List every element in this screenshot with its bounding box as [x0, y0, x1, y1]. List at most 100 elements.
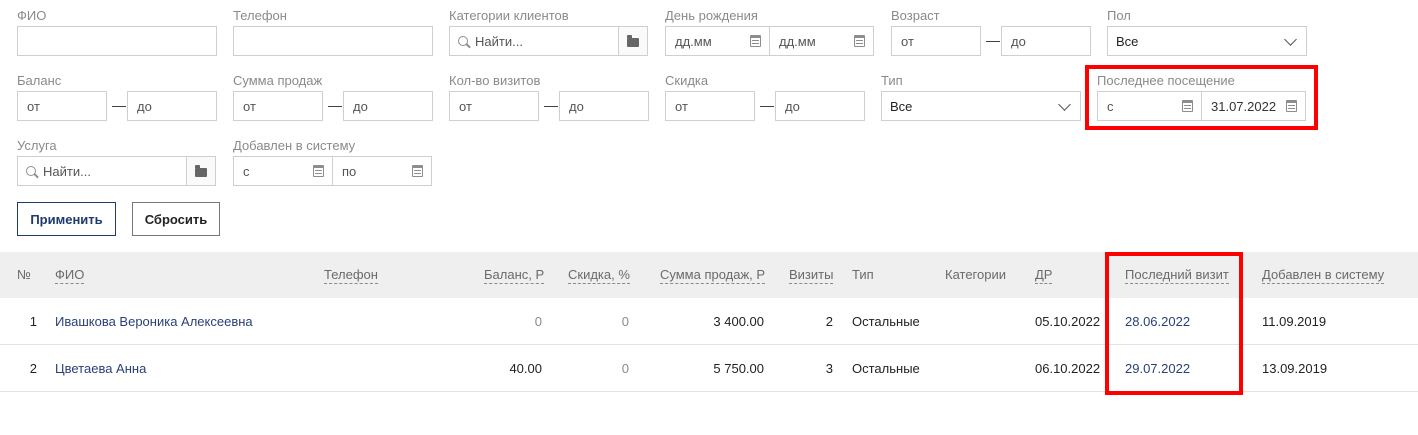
highlight-box-last-visit-filter — [1085, 65, 1318, 130]
added-to-placeholder: по — [342, 163, 357, 179]
sales-sum-from-input[interactable]: от — [233, 91, 323, 121]
sales-sum-to-input[interactable]: до — [343, 91, 433, 121]
age-to-input[interactable]: до — [1001, 26, 1091, 56]
cell-num: 1 — [29, 314, 37, 329]
discount-to-placeholder: до — [785, 98, 800, 114]
th-sales[interactable]: Сумма продаж, Р — [660, 267, 766, 284]
birthday-from-input[interactable]: дд.мм — [665, 26, 770, 56]
cell-added: 13.09.2019 — [1262, 361, 1328, 376]
range-dash: — — [544, 97, 558, 113]
balance-to-input[interactable]: до — [127, 91, 217, 121]
discount-label: Скидка — [665, 73, 709, 88]
fio-label: ФИО — [17, 8, 47, 23]
visits-count-to-input[interactable]: до — [559, 91, 649, 121]
sales-sum-from-placeholder: от — [243, 98, 256, 114]
gender-selected-value: Все — [1116, 33, 1139, 49]
apply-button[interactable]: Применить — [17, 202, 116, 236]
range-dash: — — [986, 32, 1000, 48]
cell-fio-link[interactable]: Ивашкова Вероника Алексеевна — [55, 314, 253, 329]
th-num: № — [17, 267, 31, 282]
th-birthday[interactable]: ДР — [1035, 267, 1053, 284]
phone-input[interactable] — [233, 26, 433, 56]
th-phone[interactable]: Телефон — [324, 267, 378, 284]
search-icon — [26, 166, 36, 176]
visits-count-from-placeholder: от — [459, 98, 472, 114]
visits-count-label: Кол-во визитов — [449, 73, 541, 88]
cell-num: 2 — [29, 361, 37, 376]
balance-from-placeholder: от — [27, 98, 40, 114]
cell-fio-link[interactable]: Цветаева Анна — [55, 361, 146, 376]
service-search-input[interactable]: Найти... — [17, 156, 187, 186]
th-added[interactable]: Добавлен в систему — [1262, 267, 1385, 284]
added-from-placeholder: с — [243, 163, 250, 179]
search-icon — [458, 36, 468, 46]
cell-birthday: 06.10.2022 — [1035, 361, 1101, 376]
th-balance[interactable]: Баланс, Р — [484, 267, 545, 284]
balance-to-placeholder: до — [137, 98, 152, 114]
cell-type: Остальные — [852, 361, 920, 376]
client-categories-folder-button[interactable] — [618, 26, 648, 56]
folder-icon — [627, 34, 639, 47]
gender-select[interactable]: Все — [1107, 26, 1307, 56]
balance-label: Баланс — [17, 73, 62, 88]
cell-visits: 3 — [825, 361, 833, 376]
th-discount[interactable]: Скидка, % — [568, 267, 630, 284]
cell-discount: 0 — [621, 314, 629, 329]
phone-label: Телефон — [233, 8, 287, 23]
birthday-from-placeholder: дд.мм — [675, 33, 712, 49]
calendar-icon[interactable] — [313, 165, 324, 177]
age-from-placeholder: от — [901, 33, 914, 49]
discount-from-placeholder: от — [675, 98, 688, 114]
gender-label: Пол — [1107, 8, 1131, 23]
visits-count-from-input[interactable]: от — [449, 91, 539, 121]
type-selected-value: Все — [890, 98, 913, 114]
calendar-icon[interactable] — [412, 165, 423, 177]
client-categories-search-input[interactable]: Найти... — [449, 26, 619, 56]
added-to-input[interactable]: по — [332, 156, 432, 186]
type-select[interactable]: Все — [881, 91, 1081, 121]
client-categories-label: Категории клиентов — [449, 8, 569, 23]
folder-icon — [195, 164, 207, 177]
birthday-to-placeholder: дд.мм — [779, 33, 816, 49]
service-placeholder: Найти... — [43, 163, 91, 179]
cell-discount: 0 — [621, 361, 629, 376]
th-visits[interactable]: Визиты — [789, 267, 834, 284]
th-fio[interactable]: ФИО — [55, 267, 85, 284]
range-dash: — — [760, 97, 774, 113]
cell-type: Остальные — [852, 314, 920, 329]
service-label: Услуга — [17, 138, 57, 153]
reset-button[interactable]: Сбросить — [132, 202, 220, 236]
fio-input[interactable] — [17, 26, 217, 56]
birthday-to-input[interactable]: дд.мм — [769, 26, 874, 56]
highlight-box-last-visit-column — [1105, 252, 1243, 395]
added-label: Добавлен в систему — [233, 138, 356, 153]
th-type: Тип — [852, 267, 874, 282]
type-label: Тип — [881, 73, 903, 88]
sales-sum-to-placeholder: до — [353, 98, 368, 114]
discount-from-input[interactable]: от — [665, 91, 755, 121]
calendar-icon[interactable] — [854, 35, 865, 47]
client-categories-placeholder: Найти... — [475, 33, 523, 49]
cell-added: 11.09.2019 — [1262, 314, 1327, 329]
age-from-input[interactable]: от — [891, 26, 981, 56]
cell-balance: 0 — [534, 314, 542, 329]
age-label: Возраст — [891, 8, 940, 23]
cell-sales: 5 750.00 — [713, 361, 764, 376]
discount-to-input[interactable]: до — [775, 91, 865, 121]
sales-sum-label: Сумма продаж — [233, 73, 323, 88]
calendar-icon[interactable] — [750, 35, 761, 47]
birthday-label: День рождения — [665, 8, 758, 23]
service-folder-button[interactable] — [186, 156, 216, 186]
range-dash: — — [328, 97, 342, 113]
visits-count-to-placeholder: до — [569, 98, 584, 114]
th-categories: Категории — [945, 267, 1006, 282]
cell-visits: 2 — [825, 314, 833, 329]
balance-from-input[interactable]: от — [17, 91, 107, 121]
chevron-down-icon — [1284, 33, 1297, 46]
age-to-placeholder: до — [1011, 33, 1026, 49]
cell-balance: 40.00 — [509, 361, 542, 376]
cell-birthday: 05.10.2022 — [1035, 314, 1101, 329]
range-dash: — — [112, 97, 126, 113]
added-from-input[interactable]: с — [233, 156, 333, 186]
cell-sales: 3 400.00 — [713, 314, 764, 329]
